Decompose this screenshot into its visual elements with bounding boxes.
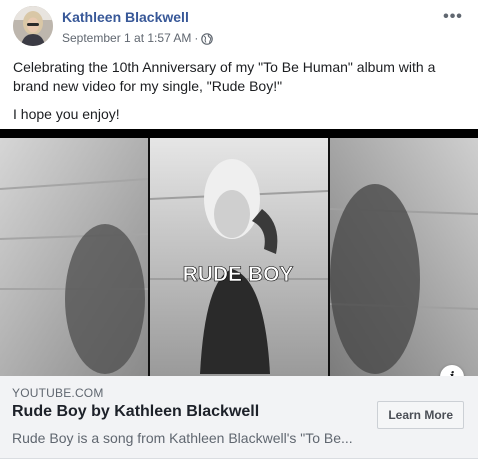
link-preview-card[interactable]: RUDE BOY i YOUTUBE.COM Rude Boy by Kathl… [0, 129, 478, 459]
avatar[interactable] [13, 6, 53, 46]
post-paragraph: I hope you enjoy! [13, 106, 120, 122]
post-header: Kathleen Blackwell September 1 at 1:57 A… [13, 6, 465, 48]
video-overlay-text: RUDE BOY [183, 263, 294, 286]
more-options-button[interactable]: ••• [441, 8, 465, 26]
link-title[interactable]: Rude Boy by Kathleen Blackwell [12, 403, 259, 421]
post-body: Celebrating the 10th Anniversary of my "… [13, 58, 463, 133]
post-meta: September 1 at 1:57 AM · [62, 31, 214, 45]
link-description: Rude Boy is a song from Kathleen Blackwe… [12, 430, 353, 446]
meta-separator: · [194, 31, 199, 45]
learn-more-button[interactable]: Learn More [377, 401, 464, 429]
video-thumbnail[interactable]: RUDE BOY [0, 129, 478, 376]
link-card-footer[interactable]: YOUTUBE.COM Rude Boy by Kathleen Blackwe… [0, 376, 478, 459]
author-name[interactable]: Kathleen Blackwell [62, 9, 189, 25]
post-paragraph: Celebrating the 10th Anniversary of my "… [13, 59, 436, 94]
facebook-post: Kathleen Blackwell September 1 at 1:57 A… [0, 0, 478, 459]
link-domain: YOUTUBE.COM [12, 386, 104, 400]
post-timestamp[interactable]: September 1 at 1:57 AM [62, 31, 191, 45]
globe-icon [201, 32, 214, 45]
